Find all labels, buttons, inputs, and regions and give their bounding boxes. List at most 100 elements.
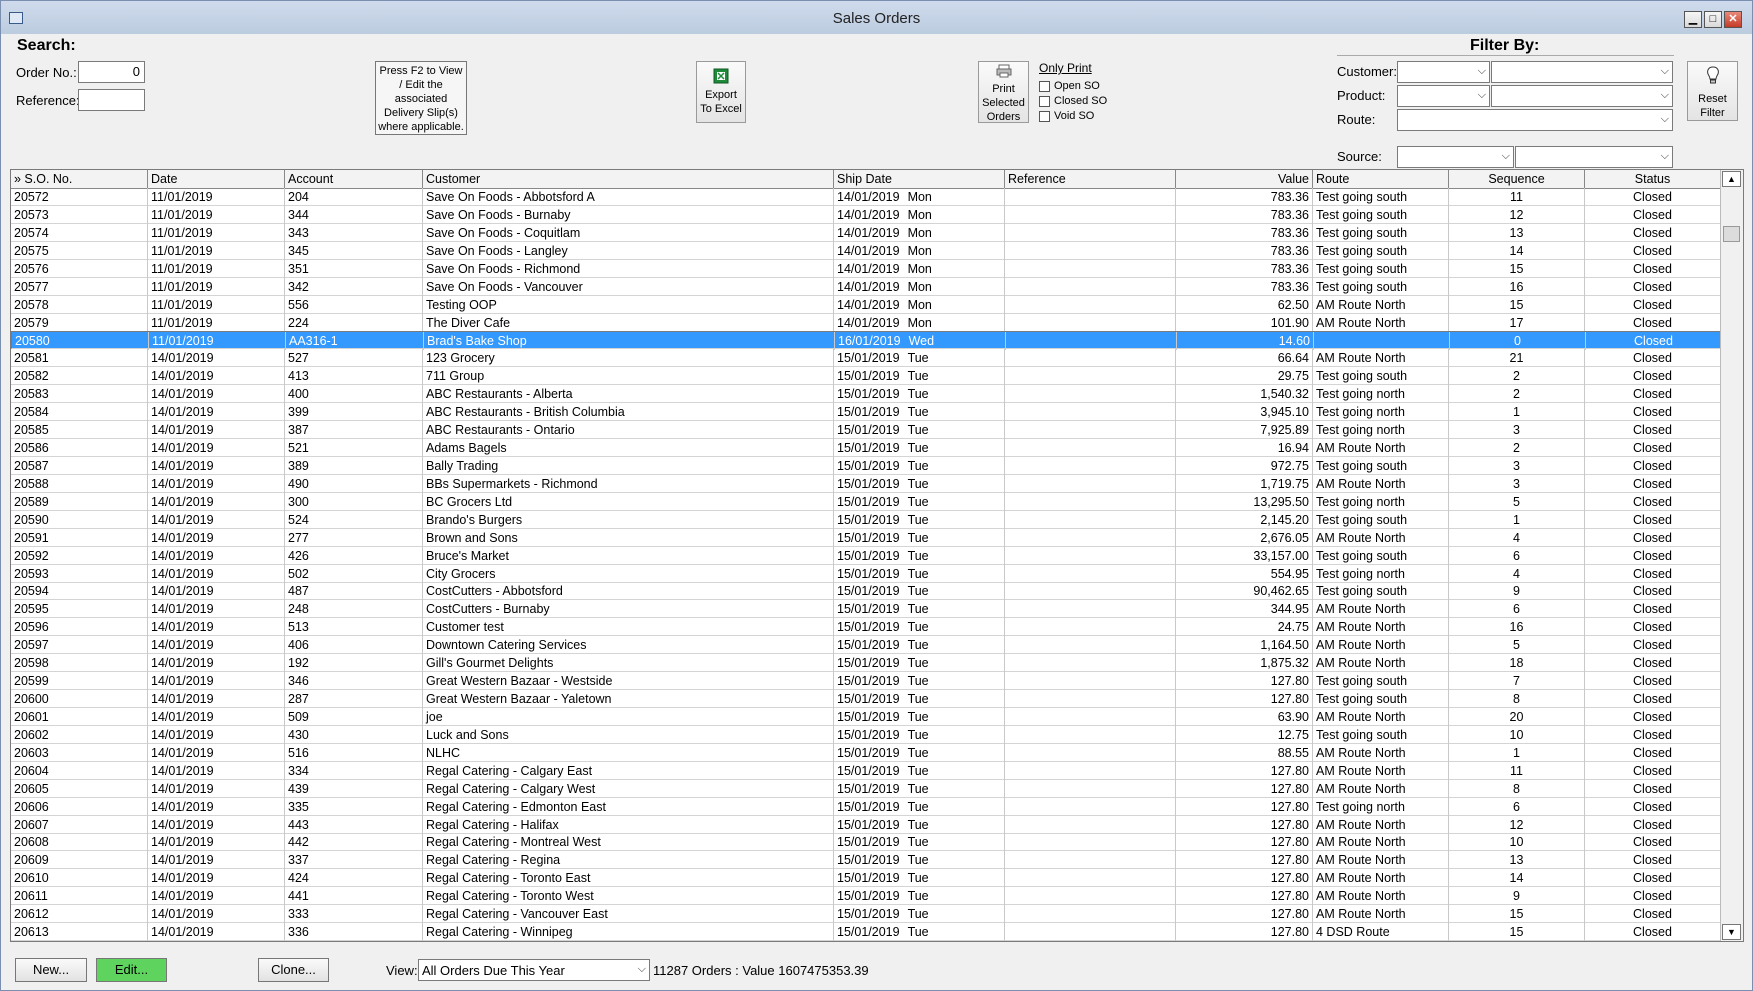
- table-row[interactable]: 20609 14/01/2019 337 Regal Catering - Regin…: [11, 851, 1721, 870]
- table-row[interactable]: 20599 14/01/2019 346 Great Western Bazaar -…: [11, 672, 1721, 691]
- ship-weekday: Mon: [907, 261, 932, 276]
- scroll-up-arrow-icon[interactable]: ▲: [1722, 171, 1741, 187]
- closed-so-checkbox[interactable]: Closed SO: [1039, 95, 1107, 107]
- export-to-excel-button[interactable]: Export To Excel: [696, 61, 746, 123]
- table-row[interactable]: 20579 11/01/2019 224 The Diver Cafe 14/01/20…: [11, 313, 1721, 332]
- cell-customer: ABC Restaurants - Ontario: [423, 421, 834, 440]
- table-row[interactable]: 20587 14/01/2019 389 Bally Trading 15/01/201…: [11, 456, 1721, 475]
- table-row[interactable]: 20577 11/01/2019 342 Save On Foods - Vancou…: [11, 277, 1721, 296]
- table-row[interactable]: 20602 14/01/2019 430 Luck and Sons 15/01/201…: [11, 725, 1721, 744]
- ship-weekday: Tue: [907, 674, 929, 689]
- column-header-route[interactable]: Route: [1313, 170, 1449, 188]
- table-row[interactable]: 20596 14/01/2019 513 Customer test 15/01/201…: [11, 618, 1721, 637]
- table-row[interactable]: 20575 11/01/2019 345 Save On Foods - Langle…: [11, 241, 1721, 260]
- print-selected-orders-button[interactable]: Print Selected Orders: [978, 61, 1029, 123]
- cell-ship-date: 15/01/2019 Tue: [834, 833, 1005, 852]
- table-row[interactable]: 20580 11/01/2019 AA316-1 Brad's Bake Shop 16…: [11, 331, 1722, 351]
- cell-date: 14/01/2019: [148, 439, 285, 458]
- product-label: Product:: [1337, 88, 1386, 103]
- edit-button[interactable]: Edit...: [96, 958, 167, 982]
- table-row[interactable]: 20578 11/01/2019 556 Testing OOP 14/01/2019 M…: [11, 295, 1721, 314]
- maximize-button[interactable]: □: [1704, 11, 1722, 28]
- column-header-ship-date[interactable]: Ship Date: [834, 170, 1005, 188]
- table-row[interactable]: 20610 14/01/2019 424 Regal Catering - Toron…: [11, 869, 1721, 888]
- scroll-thumb[interactable]: [1723, 226, 1740, 242]
- reference-input[interactable]: [78, 89, 145, 111]
- table-row[interactable]: 20603 14/01/2019 516 NLHC 15/01/2019 Tue 88.55…: [11, 743, 1721, 762]
- table-row[interactable]: 20593 14/01/2019 502 City Grocers 15/01/2019…: [11, 564, 1721, 583]
- customer-name-select[interactable]: ⌵: [1491, 61, 1673, 83]
- table-row[interactable]: 20598 14/01/2019 192 Gill's Gourmet Delight…: [11, 654, 1721, 673]
- minimize-button[interactable]: ▁: [1684, 11, 1702, 28]
- table-row[interactable]: 20594 14/01/2019 487 CostCutters - Abbotsfo…: [11, 582, 1721, 601]
- checkbox-box[interactable]: [1039, 80, 1050, 92]
- cell-route: AM Route North: [1313, 618, 1449, 637]
- table-row[interactable]: 20595 14/01/2019 248 CostCutters - Burnaby 1…: [11, 600, 1721, 619]
- table-row[interactable]: 20585 14/01/2019 387 ABC Restaurants - Onta…: [11, 421, 1721, 440]
- table-row[interactable]: 20608 14/01/2019 442 Regal Catering - Montr…: [11, 833, 1721, 852]
- table-row[interactable]: 20606 14/01/2019 335 Regal Catering - Edmon…: [11, 797, 1721, 816]
- table-row[interactable]: 20613 14/01/2019 336 Regal Catering - Winni…: [11, 923, 1721, 941]
- sales-orders-grid[interactable]: » S.O. No. Date Account Customer Ship Da…: [10, 169, 1744, 942]
- table-row[interactable]: 20607 14/01/2019 443 Regal Catering - Halif…: [11, 815, 1721, 834]
- table-row[interactable]: 20583 14/01/2019 400 ABC Restaurants - Albe…: [11, 385, 1721, 404]
- table-row[interactable]: 20573 11/01/2019 344 Save On Foods - Burnab…: [11, 205, 1721, 224]
- cell-value: 127.80: [1176, 761, 1313, 780]
- column-header-reference[interactable]: Reference: [1005, 170, 1176, 188]
- vertical-scrollbar[interactable]: ▲ ▼: [1720, 170, 1743, 941]
- table-row[interactable]: 20581 14/01/2019 527 123 Grocery 15/01/2019 T…: [11, 349, 1721, 368]
- table-row[interactable]: 20582 14/01/2019 413 711 Group 15/01/2019 Tue…: [11, 367, 1721, 386]
- source-detail-select[interactable]: ⌵: [1515, 146, 1673, 168]
- table-row[interactable]: 20588 14/01/2019 490 BBs Supermarkets - Ric…: [11, 474, 1721, 493]
- column-header-value[interactable]: Value: [1176, 170, 1313, 188]
- column-header-account[interactable]: Account: [285, 170, 423, 188]
- checkbox-box[interactable]: [1039, 110, 1050, 122]
- view-select[interactable]: All Orders Due This Year ⌵: [418, 959, 650, 981]
- product-code-select[interactable]: ⌵: [1397, 85, 1490, 107]
- table-row[interactable]: 20574 11/01/2019 343 Save On Foods - Coquit…: [11, 223, 1721, 242]
- table-row[interactable]: 20572 11/01/2019 204 Save On Foods - Abbots…: [11, 188, 1721, 206]
- cell-so-no: 20610: [11, 869, 148, 888]
- table-row[interactable]: 20576 11/01/2019 351 Save On Foods - Richmo…: [11, 259, 1721, 278]
- table-row[interactable]: 20605 14/01/2019 439 Regal Catering - Calga…: [11, 779, 1721, 798]
- cell-sequence: 17: [1449, 313, 1585, 332]
- close-button[interactable]: ✕: [1724, 11, 1742, 28]
- customer-code-select[interactable]: ⌵: [1397, 61, 1490, 83]
- scroll-down-arrow-icon[interactable]: ▼: [1722, 924, 1741, 940]
- clone-button[interactable]: Clone...: [258, 958, 329, 982]
- table-row[interactable]: 20600 14/01/2019 287 Great Western Bazaar -…: [11, 690, 1721, 709]
- column-header-status[interactable]: Status: [1585, 170, 1721, 188]
- cell-sequence: 10: [1449, 833, 1585, 852]
- new-button[interactable]: New...: [15, 958, 87, 982]
- route-select[interactable]: ⌵: [1397, 109, 1673, 131]
- ship-weekday: Tue: [907, 458, 929, 473]
- table-row[interactable]: 20604 14/01/2019 334 Regal Catering - Calga…: [11, 761, 1721, 780]
- order-no-input[interactable]: 0: [78, 61, 145, 83]
- title-bar[interactable]: Sales Orders ▁ □ ✕: [1, 1, 1752, 34]
- table-row[interactable]: 20586 14/01/2019 521 Adams Bagels 15/01/2019…: [11, 439, 1721, 458]
- table-row[interactable]: 20601 14/01/2019 509 joe 15/01/2019 Tue 63.90 A…: [11, 707, 1721, 726]
- void-so-checkbox[interactable]: Void SO: [1039, 110, 1094, 122]
- column-header-sequence[interactable]: Sequence: [1449, 170, 1585, 188]
- source-select[interactable]: ⌵: [1397, 146, 1514, 168]
- table-row[interactable]: 20612 14/01/2019 333 Regal Catering - Vanco…: [11, 905, 1721, 924]
- table-row[interactable]: 20611 14/01/2019 441 Regal Catering - Toron…: [11, 887, 1721, 906]
- table-row[interactable]: 20589 14/01/2019 300 BC Grocers Ltd 15/01/20…: [11, 492, 1721, 511]
- table-row[interactable]: 20592 14/01/2019 426 Bruce's Market 15/01/20…: [11, 546, 1721, 565]
- table-row[interactable]: 20591 14/01/2019 277 Brown and Sons 15/01/20…: [11, 528, 1721, 547]
- column-header-customer[interactable]: Customer: [423, 170, 834, 188]
- column-header-date[interactable]: Date: [148, 170, 285, 188]
- ship-weekday: Tue: [907, 925, 929, 940]
- table-row[interactable]: 20597 14/01/2019 406 Downtown Catering Serv…: [11, 636, 1721, 655]
- checkbox-box[interactable]: [1039, 95, 1050, 107]
- cell-date: 14/01/2019: [148, 618, 285, 637]
- column-header-so-no[interactable]: » S.O. No.: [11, 170, 148, 188]
- table-row[interactable]: 20584 14/01/2019 399 ABC Restaurants - Brit…: [11, 403, 1721, 422]
- reset-filter-button[interactable]: Reset Filter: [1687, 61, 1738, 121]
- cell-account: 524: [285, 510, 423, 529]
- open-so-checkbox[interactable]: Open SO: [1039, 80, 1100, 92]
- ship-date: 14/01/2019: [837, 279, 900, 294]
- ship-weekday: Tue: [907, 620, 929, 635]
- product-name-select[interactable]: ⌵: [1491, 85, 1673, 107]
- table-row[interactable]: 20590 14/01/2019 524 Brando's Burgers 15/01/…: [11, 510, 1721, 529]
